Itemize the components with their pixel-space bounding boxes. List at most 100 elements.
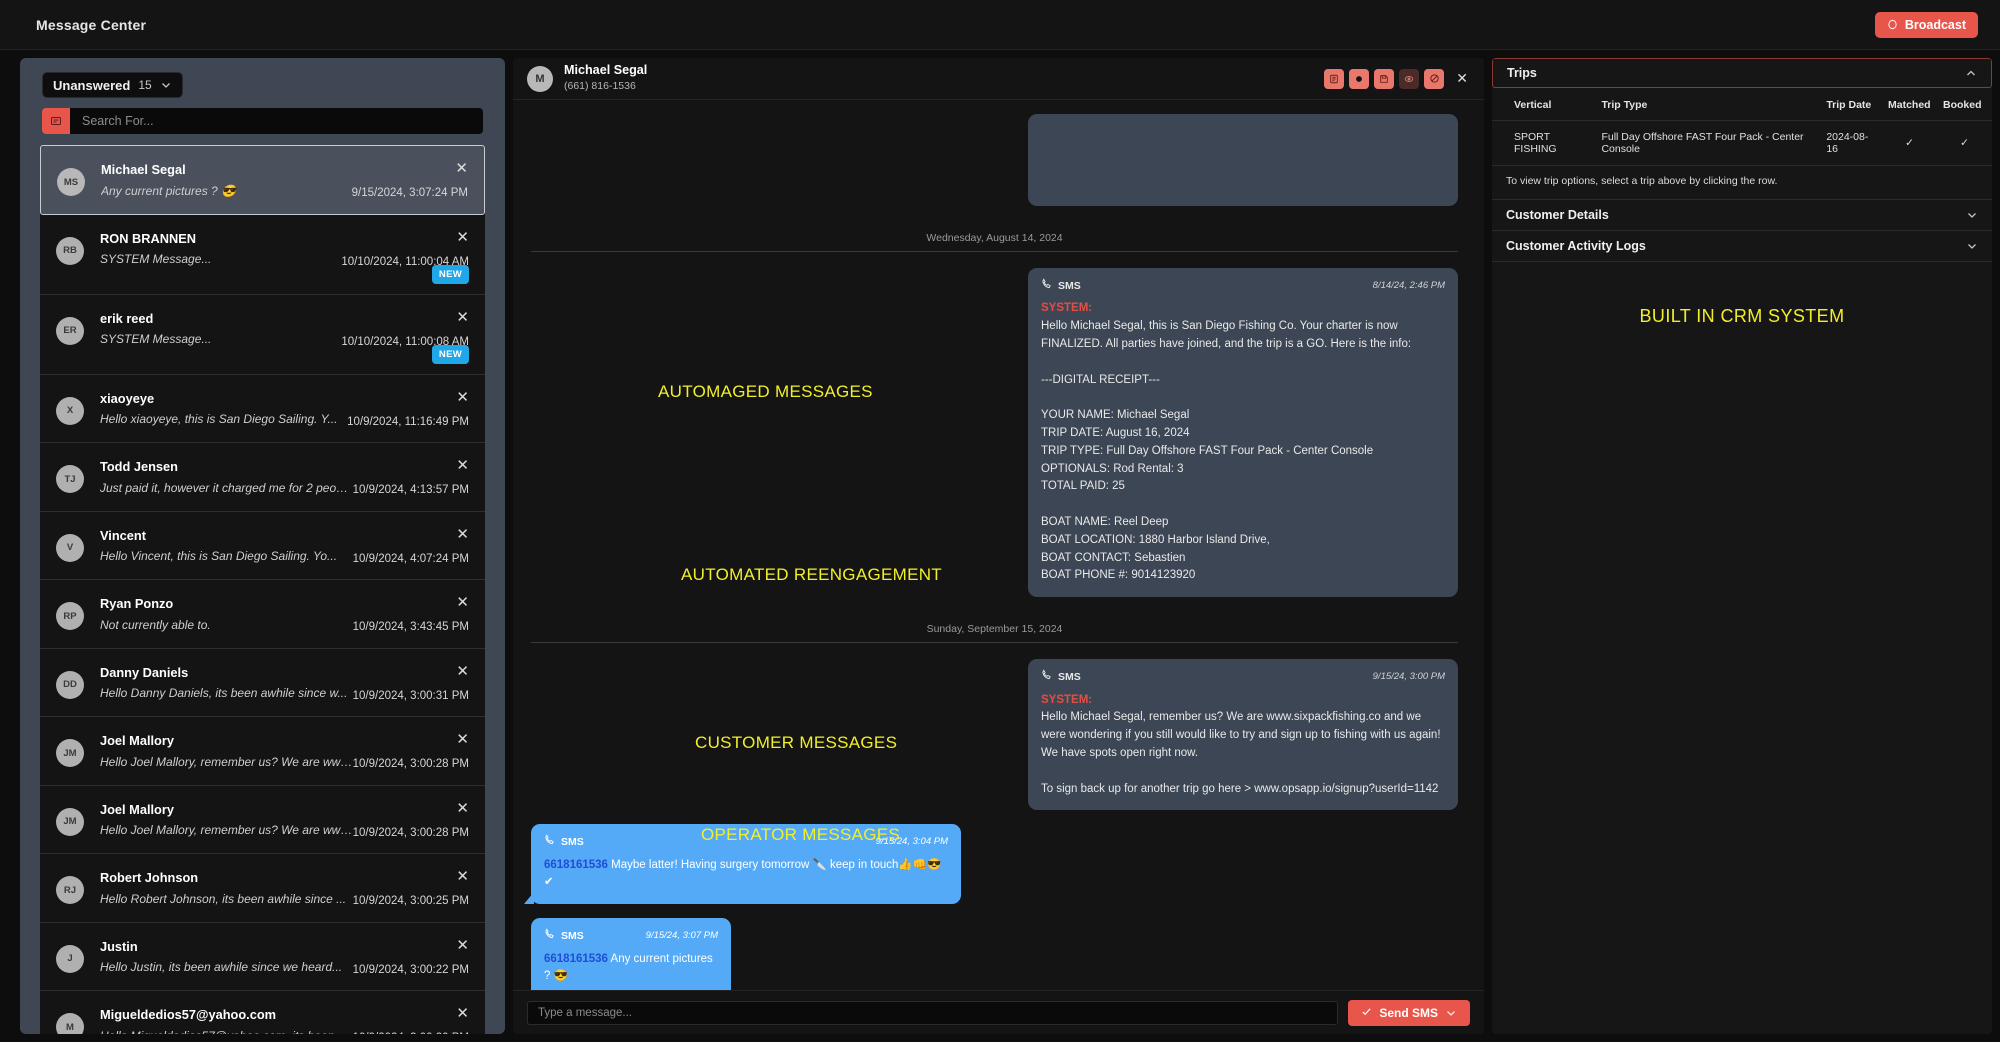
- conversation-timestamp: 9/15/2024, 3:07:24 PM: [351, 187, 468, 199]
- accordion-customer-activity-logs-header[interactable]: Customer Activity Logs: [1492, 231, 1992, 261]
- chat-contact-name: Michael Segal: [564, 63, 648, 78]
- save-icon[interactable]: [1374, 68, 1395, 89]
- chat-message-area[interactable]: Wednesday, August 14, 2024 SMS 8/14/24, …: [513, 100, 1484, 990]
- conversation-meta: ✕ 10/9/2024, 3:00:28 PM: [353, 731, 469, 770]
- conversation-meta: ✕ 10/9/2024, 4:13:57 PM: [353, 457, 469, 496]
- search-input[interactable]: [70, 108, 483, 134]
- conversation-timestamp: 10/9/2024, 3:00:28 PM: [352, 826, 469, 839]
- broadcast-button[interactable]: Broadcast: [1874, 11, 1978, 38]
- column-header-booked: Booked: [1937, 90, 1992, 121]
- phone-icon: [544, 928, 555, 944]
- close-icon[interactable]: ✕: [1456, 70, 1468, 87]
- message-input[interactable]: [527, 1000, 1339, 1025]
- message-body: 6618161536 Any current pictures ? 😎: [544, 951, 718, 987]
- conversation-name: Todd Jensen: [100, 459, 178, 475]
- close-icon[interactable]: ✕: [456, 458, 469, 473]
- conversation-item-michael-segal[interactable]: MS Michael Segal Any current pictures ? …: [40, 145, 485, 215]
- conversation-preview: Any current pictures ? 😎: [101, 183, 236, 198]
- conversation-timestamp: 10/9/2024, 3:00:25 PM: [352, 895, 469, 908]
- table-row[interactable]: SPORT FISHING Full Day Offshore FAST Fou…: [1492, 120, 1992, 166]
- message-body: SYSTEM: Hello Michael Segal, this is San…: [1041, 300, 1445, 585]
- conversation-item-joel-mallory-1[interactable]: JM Joel Mallory Hello Joel Mallory, reme…: [40, 717, 485, 786]
- conversation-text: Robert Johnson Hello Robert Johnson, its…: [84, 868, 353, 908]
- conversation-name: Vincent: [100, 527, 146, 543]
- cell-trip-date: 2024-08-16: [1820, 120, 1882, 166]
- conversation-name: RON BRANNEN: [100, 230, 196, 246]
- conversation-item-danny-daniels[interactable]: DD Danny Daniels Hello Danny Daniels, it…: [40, 648, 485, 718]
- conversation-item-xiaoyeye[interactable]: X xiaoyeye Hello xiaoyeye, this is San D…: [40, 374, 485, 444]
- close-icon[interactable]: ✕: [456, 732, 469, 747]
- avatar: TJ: [56, 465, 84, 494]
- conversation-timestamp: 10/9/2024, 3:00:20 PM: [353, 1032, 469, 1034]
- close-icon[interactable]: ✕: [456, 1006, 469, 1021]
- filter-row: Unanswered 15: [30, 68, 495, 108]
- block-icon[interactable]: [1424, 68, 1445, 89]
- message-bubble-system-2: SMS 9/15/24, 3:00 PM SYSTEM: Hello Micha…: [1028, 659, 1458, 811]
- conversation-sidebar: Unanswered 15 MS: [20, 58, 505, 1034]
- conversation-meta: ✕ 10/9/2024, 11:16:49 PM: [347, 389, 469, 428]
- chevron-down-icon[interactable]: [1445, 1007, 1457, 1019]
- close-icon[interactable]: ✕: [456, 801, 469, 816]
- column-header-trip-type: Trip Type: [1595, 90, 1821, 121]
- conversation-timestamp: 10/9/2024, 4:07:24 PM: [352, 552, 469, 565]
- conversation-item-migueldedios57[interactable]: M Migueldedios57@yahoo.com Hello Migueld…: [40, 991, 485, 1034]
- avatar: M: [56, 1013, 84, 1034]
- close-icon[interactable]: ✕: [455, 161, 468, 176]
- cell-vertical: SPORT FISHING: [1492, 120, 1596, 166]
- chevron-up-icon[interactable]: [1965, 67, 1977, 79]
- notes-icon[interactable]: [1324, 68, 1345, 89]
- close-icon[interactable]: ✕: [456, 595, 469, 610]
- search-icon[interactable]: [42, 108, 70, 134]
- annotation-crm: BUILT IN CRM SYSTEM: [1639, 306, 1845, 326]
- accordion-customer-details[interactable]: Customer Details: [1492, 200, 1992, 231]
- record-icon[interactable]: [1349, 68, 1370, 89]
- accordion-trips-header[interactable]: Trips: [1492, 58, 1992, 88]
- conversation-item-robert-johnson[interactable]: RJ Robert Johnson Hello Robert Johnson, …: [40, 854, 485, 923]
- chevron-down-icon[interactable]: [1966, 209, 1978, 221]
- conversation-name: Ryan Ponzo: [100, 596, 174, 612]
- conversation-preview: Hello Joel Mallory, remember us? We are …: [100, 823, 353, 838]
- sms-channel-label: SMS: [544, 928, 584, 944]
- annotation-customer-messages: CUSTOMER MESSAGES: [695, 733, 898, 752]
- conversation-preview: Hello Joel Mallory, remember us? We are …: [100, 754, 353, 769]
- channel-name: SMS: [1058, 671, 1081, 684]
- chevron-down-icon: [160, 79, 172, 91]
- conversation-name: Michael Segal: [101, 162, 186, 177]
- conversation-item-erik-reed[interactable]: ER erik reed SYSTEM Message... ✕ 10/10/2…: [40, 294, 485, 375]
- conversation-timestamp: 10/9/2024, 3:00:22 PM: [352, 963, 469, 976]
- divider: [531, 642, 1458, 644]
- close-icon[interactable]: ✕: [456, 869, 469, 884]
- conversation-item-ryan-ponzo[interactable]: RP Ryan Ponzo Not currently able to. ✕ 1…: [40, 580, 485, 649]
- accordion-customer-activity-logs[interactable]: Customer Activity Logs: [1492, 231, 1992, 262]
- close-icon[interactable]: ✕: [456, 230, 469, 245]
- close-icon[interactable]: ✕: [456, 664, 469, 679]
- sms-channel-label: SMS: [544, 834, 584, 850]
- avatar: V: [56, 533, 84, 562]
- conversation-item-todd-jensen[interactable]: TJ Todd Jensen Just paid it, however it …: [40, 443, 485, 512]
- close-icon[interactable]: ✕: [456, 938, 469, 953]
- conversation-scroll-area[interactable]: MS Michael Segal Any current pictures ? …: [30, 145, 495, 1034]
- conversation-item-vincent[interactable]: V Vincent Hello Vincent, this is San Die…: [40, 511, 485, 581]
- conversation-name: xiaoyeye: [100, 390, 155, 406]
- broadcast-icon: [1887, 19, 1898, 30]
- phone-icon: [1041, 278, 1052, 294]
- send-sms-button[interactable]: Send SMS: [1348, 999, 1470, 1026]
- conversation-name: Danny Daniels: [100, 664, 189, 680]
- close-icon[interactable]: ✕: [456, 390, 469, 405]
- conversation-item-justin[interactable]: J Justin Hello Justin, its been awhile s…: [40, 922, 485, 992]
- conversation-preview: Hello Vincent, this is San Diego Sailing…: [100, 549, 338, 564]
- sms-channel-label: SMS: [1041, 669, 1081, 685]
- conversation-name: Robert Johnson: [100, 870, 199, 886]
- message-composer: Send SMS: [513, 990, 1484, 1034]
- close-icon[interactable]: ✕: [456, 310, 469, 325]
- chevron-down-icon[interactable]: [1966, 240, 1978, 252]
- accordion-customer-details-header[interactable]: Customer Details: [1492, 200, 1992, 230]
- close-icon[interactable]: ✕: [456, 527, 469, 542]
- customer-activity-logs-title: Customer Activity Logs: [1506, 239, 1646, 253]
- unanswered-filter-dropdown[interactable]: Unanswered 15: [42, 72, 183, 98]
- eye-icon[interactable]: [1399, 68, 1420, 89]
- conversation-item-ron-brannen[interactable]: RB RON BRANNEN SYSTEM Message... ✕ 10/10…: [40, 214, 485, 295]
- conversation-preview: Hello Justin, its been awhile since we h…: [100, 960, 343, 975]
- conversation-item-joel-mallory-2[interactable]: JM Joel Mallory Hello Joel Mallory, reme…: [40, 785, 485, 855]
- annotation-automated-messages: AUTOMAGED MESSAGES: [658, 382, 873, 401]
